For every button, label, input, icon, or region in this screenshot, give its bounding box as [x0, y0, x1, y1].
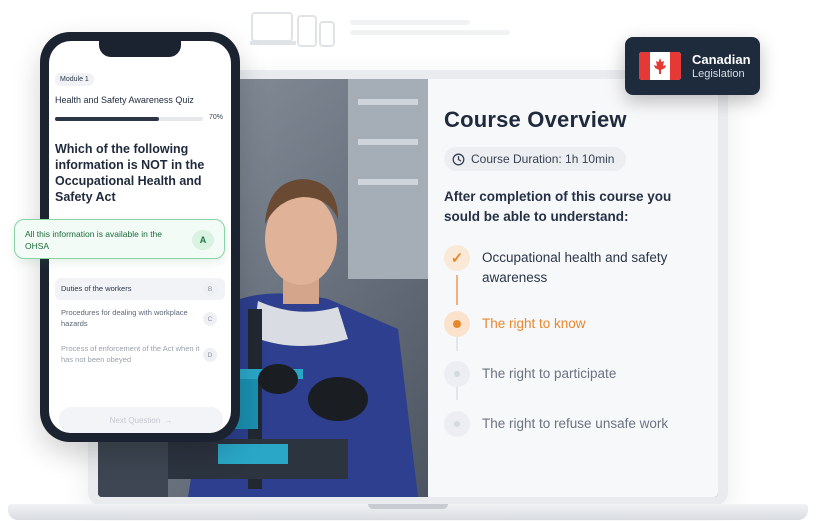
quiz-question: Which of the following information is NO…: [55, 142, 205, 204]
course-outcomes-heading: After completion of this course you soul…: [444, 189, 672, 224]
step-item-right-to-refuse[interactable]: The right to refuse unsafe work: [444, 411, 702, 451]
next-question-button[interactable]: Next Question →: [59, 407, 223, 433]
answer-option-letter: C: [203, 312, 217, 326]
course-overview-title: Course Overview: [444, 107, 627, 132]
answer-option-text: All this information is available in the…: [25, 229, 163, 251]
answer-option-letter: A: [192, 230, 214, 250]
answer-option-d[interactable]: Process of enforcement of the Act when i…: [55, 343, 225, 365]
answer-option-text: Procedures for dealing with workplace ha…: [61, 308, 188, 328]
answer-option-letter: D: [203, 348, 217, 362]
answer-option-letter: B: [203, 282, 217, 296]
active-dot-icon: [444, 311, 470, 337]
pending-dot-icon: [444, 411, 470, 437]
quiz-progress-fill: [55, 117, 159, 121]
devices-icon: [250, 10, 340, 50]
answer-option-a-selected[interactable]: All this information is available in the…: [14, 219, 225, 259]
answer-option-c[interactable]: Procedures for dealing with workplace ha…: [55, 307, 225, 329]
answer-option-text: Duties of the workers: [61, 284, 132, 293]
module-label: Module 1: [55, 73, 94, 86]
course-duration-pill: Course Duration: 1h 10min: [444, 147, 627, 171]
canada-flag-icon: [639, 52, 681, 80]
pending-dot-icon: [444, 361, 470, 387]
step-label: The right to participate: [482, 366, 617, 381]
step-item-right-to-participate[interactable]: The right to participate: [444, 361, 702, 411]
quiz-progress-percent: 70%: [209, 114, 224, 121]
step-label: The right to refuse unsafe work: [482, 416, 669, 431]
checkmark-icon: ✓: [444, 245, 470, 271]
phone-notch: [99, 41, 181, 57]
canadian-legislation-badge: Canadian Legislation: [625, 37, 760, 95]
next-question-label: Next Question: [109, 415, 161, 425]
step-label: Occupational health and safety awareness: [482, 250, 668, 285]
badge-subtitle: Legislation: [692, 68, 745, 80]
step-label: The right to know: [482, 316, 586, 331]
step-item-right-to-know[interactable]: The right to know: [444, 311, 702, 361]
step-item-health-safety[interactable]: ✓ Occupational health and safety awarene…: [444, 245, 702, 311]
course-duration-text: Course Duration: 1h 10min: [471, 152, 615, 166]
quiz-progress-bar: [55, 117, 203, 121]
laptop-base: [8, 504, 808, 520]
clock-icon: [452, 153, 465, 165]
badge-title: Canadian: [692, 52, 751, 67]
quiz-title: Health and Safety Awareness Quiz: [55, 95, 194, 105]
faint-header-text: [350, 20, 510, 38]
learning-steps: ✓ Occupational health and safety awarene…: [444, 245, 702, 451]
answer-option-b[interactable]: Duties of the workers B: [55, 278, 225, 300]
course-overview-panel: Course Overview Course Duration: 1h 10mi…: [428, 79, 718, 497]
arrow-right-icon: →: [164, 415, 173, 425]
answer-option-text: Process of enforcement of the Act when i…: [61, 344, 200, 364]
